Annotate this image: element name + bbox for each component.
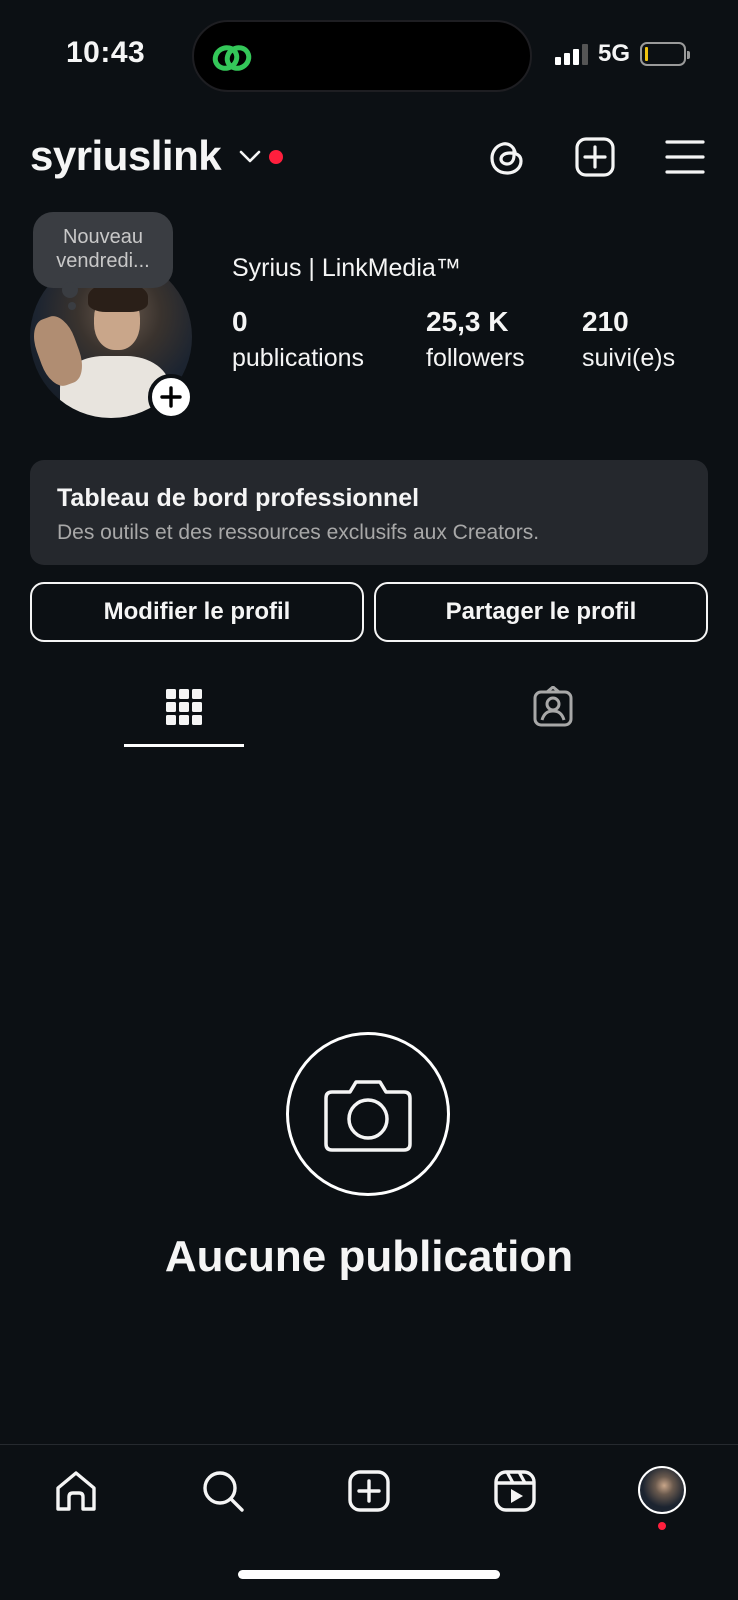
note-line-2: vendredi... — [56, 250, 150, 272]
status-indicators: 5G — [554, 40, 690, 68]
share-profile-button[interactable]: Partager le profil — [374, 582, 708, 642]
threads-link-icon — [212, 45, 252, 71]
note-line-1: Nouveau — [62, 226, 144, 248]
active-nav-dot — [658, 1522, 666, 1530]
account-username[interactable]: syriuslink — [30, 132, 222, 180]
edit-profile-button[interactable]: Modifier le profil — [30, 582, 364, 642]
status-time: 10:43 — [66, 36, 146, 69]
stat-followers[interactable]: 25,3 K followers — [426, 306, 525, 373]
dynamic-island — [192, 20, 532, 92]
home-icon[interactable] — [53, 1468, 99, 1514]
stat-value: 25,3 K — [426, 306, 509, 337]
menu-icon[interactable] — [664, 136, 706, 178]
display-name: Syrius | LinkMedia™ — [232, 254, 461, 282]
create-post-icon[interactable] — [574, 136, 616, 178]
chevron-down-icon[interactable] — [238, 148, 262, 166]
battery-icon — [640, 42, 690, 66]
grid-icon[interactable] — [163, 686, 205, 728]
empty-state-title: Aucune publication — [164, 1232, 574, 1281]
stat-value: 210 — [582, 306, 629, 337]
dashboard-title: Tableau de bord professionnel — [57, 484, 420, 512]
search-icon[interactable] — [200, 1468, 246, 1514]
reels-icon[interactable] — [492, 1468, 538, 1514]
stat-value: 0 — [232, 306, 248, 337]
active-tab-indicator — [124, 744, 244, 747]
add-story-button[interactable] — [148, 374, 194, 420]
camera-icon — [324, 1080, 412, 1152]
stat-following[interactable]: 210 suivi(e)s — [582, 306, 675, 373]
signal-icon — [554, 43, 588, 65]
network-type: 5G — [597, 40, 630, 67]
stat-label: publications — [232, 344, 365, 372]
stat-label: followers — [426, 344, 525, 372]
professional-dashboard-card[interactable]: Tableau de bord professionnel Des outils… — [30, 460, 708, 565]
tagged-icon[interactable] — [532, 686, 574, 728]
plus-icon — [160, 386, 182, 408]
home-indicator[interactable] — [238, 1570, 500, 1579]
note-tail — [62, 282, 78, 298]
stat-publications: 0 publications — [232, 306, 364, 373]
profile-avatar-nav[interactable] — [638, 1466, 686, 1514]
empty-state-circle — [286, 1032, 450, 1196]
create-icon[interactable] — [346, 1468, 392, 1514]
threads-icon[interactable] — [486, 136, 528, 178]
profile-note[interactable]: Nouveau vendredi... — [33, 212, 173, 288]
note-tail-small — [68, 302, 76, 310]
stat-label: suivi(e)s — [582, 344, 676, 372]
dashboard-subtitle: Des outils et des ressources exclusifs a… — [57, 521, 540, 544]
notification-dot — [269, 150, 283, 164]
